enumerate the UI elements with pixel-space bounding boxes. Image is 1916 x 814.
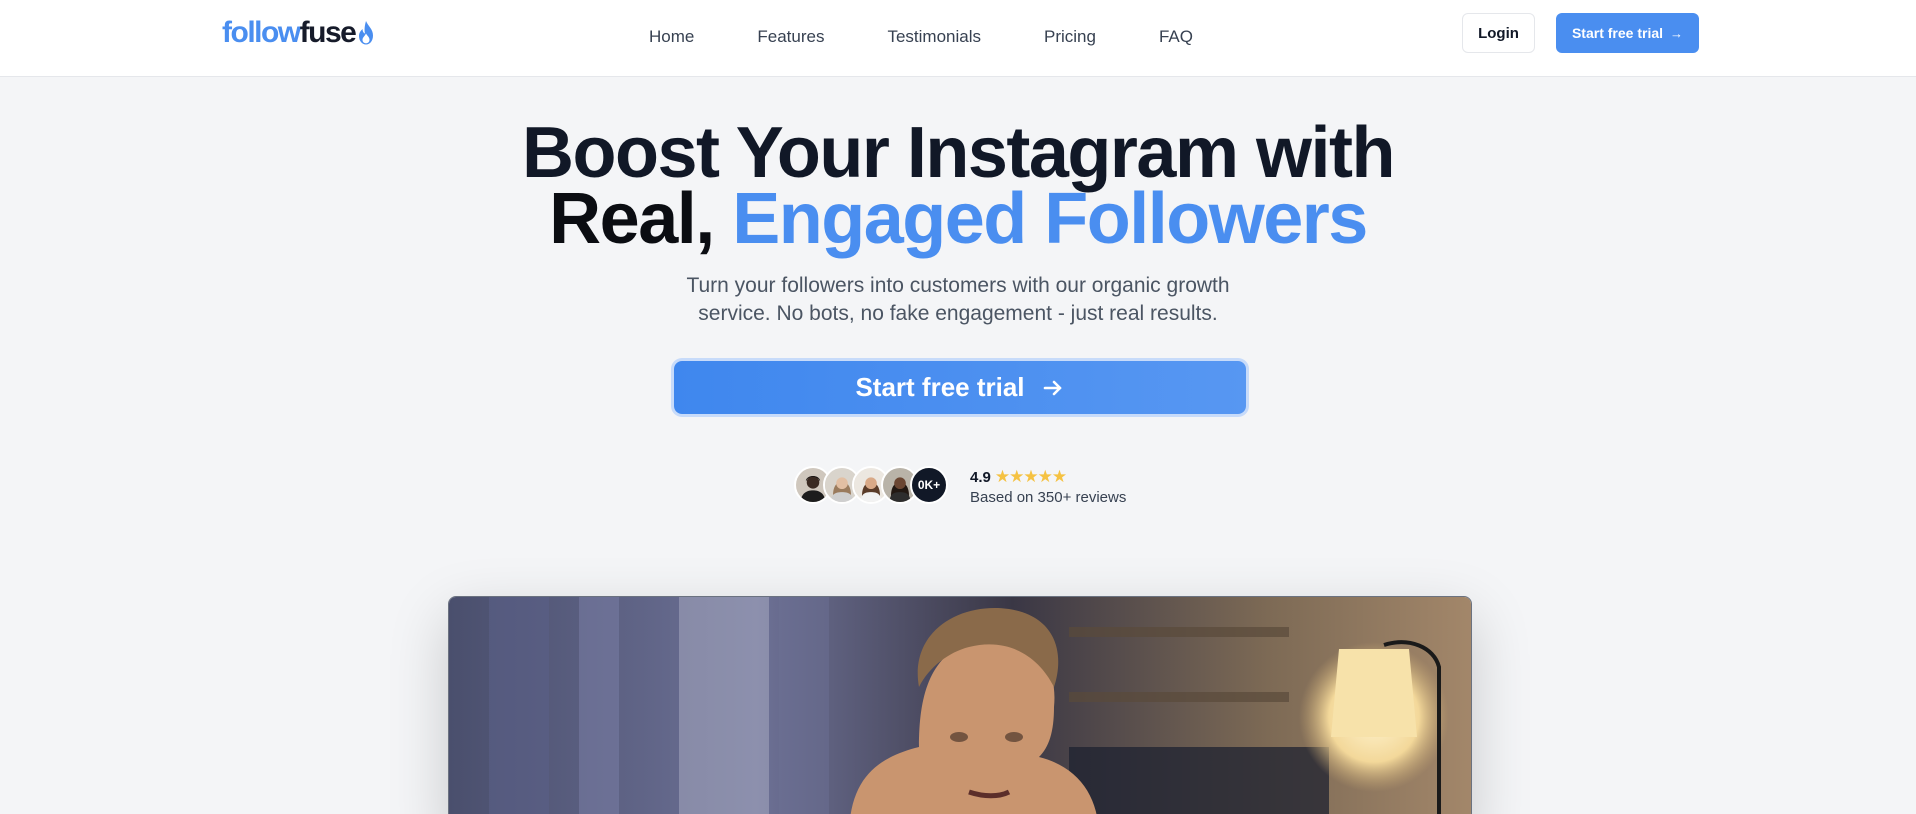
nav-start-trial-label: Start free trial [1571,25,1664,41]
arrow-right-icon: → [1670,25,1684,41]
hero-title: Boost Your Instagram with Real, Engaged … [0,117,1916,255]
nav-link-features[interactable]: Features [757,26,824,48]
primary-nav: Home Features Testimonials Pricing FAQ [649,26,1193,48]
video-thumbnail-icon [449,597,1471,814]
brand-logo[interactable]: followfuse [222,16,376,50]
rating-value: 4.9 [970,468,991,486]
star-rating-icon: ★★★★★ [994,467,1067,486]
hero-start-trial-button[interactable]: Start free trial [674,361,1246,414]
hero-video[interactable] [448,596,1472,814]
follower-count-badge: 0K+ [910,466,948,504]
nav-start-trial-button[interactable]: Start free trial → [1556,13,1699,53]
hero-title-highlight: Engaged Followers [732,179,1368,259]
logo-text-fuse: fuse [299,16,357,49]
top-navigation-bar: followfuse Home Features Testimonials Pr… [0,0,1916,77]
hero-title-line-2-plain: Real, [549,179,733,259]
reviews-count: Based on 350+ reviews [970,489,1127,506]
logo-text-follow: follow [222,16,301,49]
hero-start-trial-label: Start free trial [855,372,1025,402]
hero-subtitle: Turn your followers into customers with … [686,274,1230,325]
nav-link-faq[interactable]: FAQ [1159,26,1193,48]
nav-link-pricing[interactable]: Pricing [1044,26,1096,48]
arrow-right-icon [1043,380,1061,395]
flame-icon [359,21,374,45]
rating-row: 4.9 ★★★★★ [970,467,1067,487]
logo-text: followfuse [222,16,357,50]
nav-link-testimonials[interactable]: Testimonials [887,26,981,48]
login-button[interactable]: Login [1462,13,1535,53]
nav-link-home[interactable]: Home [649,26,694,48]
